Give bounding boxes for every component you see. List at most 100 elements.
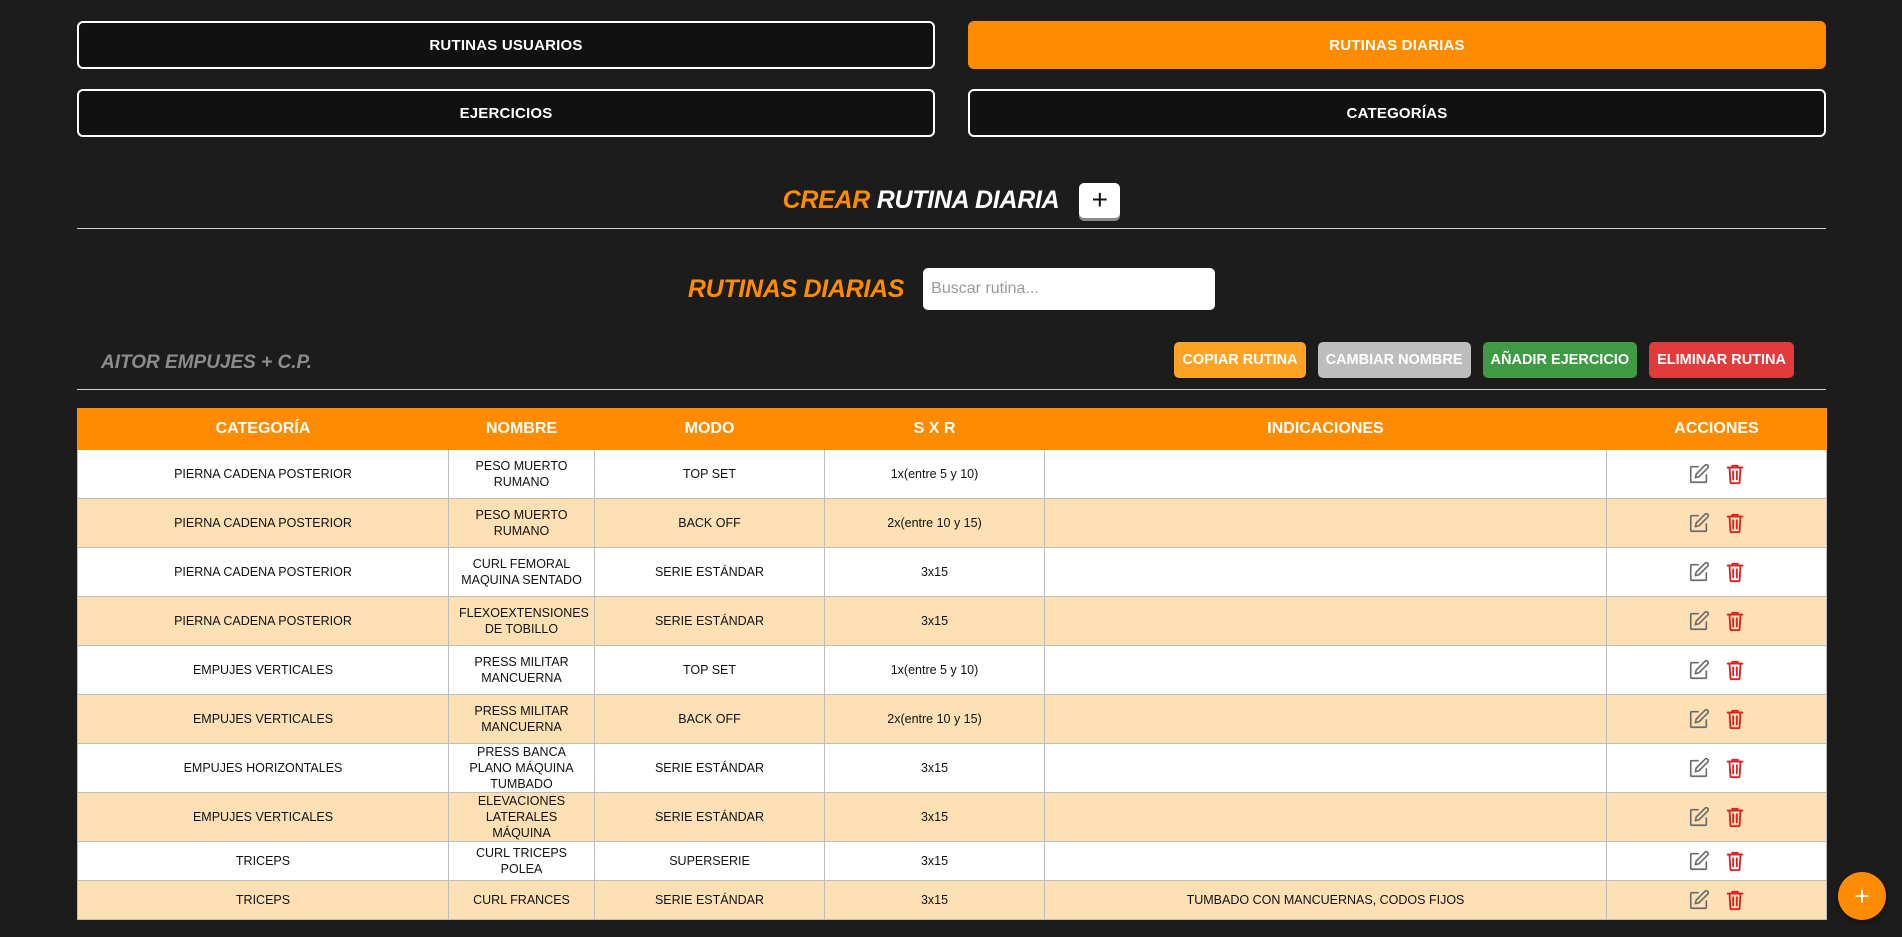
- header-acciones: ACCIONES: [1606, 408, 1827, 450]
- cell-categoria: EMPUJES VERTICALES: [77, 694, 449, 744]
- edit-icon[interactable]: [1687, 805, 1711, 829]
- cell-categoria: TRICEPS: [77, 880, 449, 920]
- routine-header: AITOR EMPUJES + C.P. COPIAR RUTINA CAMBI…: [77, 342, 1826, 382]
- edit-icon[interactable]: [1687, 888, 1711, 912]
- row-actions: [1617, 888, 1816, 912]
- edit-icon[interactable]: [1687, 849, 1711, 873]
- row-actions: [1617, 462, 1816, 486]
- cell-sxr: 1x(entre 5 y 10): [824, 449, 1045, 499]
- edit-icon[interactable]: [1687, 756, 1711, 780]
- cell-categoria: PIERNA CADENA POSTERIOR: [77, 449, 449, 499]
- cell-nombre: CURL TRICEPS POLEA: [448, 841, 595, 881]
- nav-rutinas-usuarios-button[interactable]: RUTINAS USUARIOS: [77, 21, 935, 69]
- trash-icon[interactable]: [1723, 805, 1747, 829]
- cell-sxr: 3x15: [824, 547, 1045, 597]
- row-actions: [1617, 756, 1816, 780]
- table-row: PIERNA CADENA POSTERIOR CURL FEMORAL MAQU…: [77, 547, 1827, 597]
- create-routine-row: CREAR RUTINA DIARIA +: [77, 175, 1826, 225]
- table-header-row: CATEGORÍA NOMBRE MODO S X R INDICACIONES…: [77, 408, 1827, 450]
- header-categoria: CATEGORÍA: [77, 408, 449, 450]
- cell-modo: SERIE ESTÁNDAR: [594, 547, 825, 597]
- cell-sxr: 2x(entre 10 y 15): [824, 694, 1045, 744]
- section-title: RUTINAS DIARIAS: [687, 274, 905, 303]
- cell-modo: TOP SET: [594, 449, 825, 499]
- row-actions: [1617, 511, 1816, 535]
- cell-modo: BACK OFF: [594, 498, 825, 548]
- trash-icon[interactable]: [1723, 756, 1747, 780]
- create-routine-button[interactable]: +: [1079, 182, 1121, 218]
- trash-icon[interactable]: [1723, 707, 1747, 731]
- cell-acciones: [1606, 694, 1827, 744]
- trash-icon[interactable]: [1723, 462, 1747, 486]
- cell-nombre: CURL FRANCES: [448, 880, 595, 920]
- divider: [77, 389, 1826, 390]
- cell-categoria: EMPUJES HORIZONTALES: [77, 743, 449, 793]
- trash-icon[interactable]: [1723, 609, 1747, 633]
- cell-nombre: FLEXOEXTENSIONES DE TOBILLO: [448, 596, 595, 646]
- trash-icon[interactable]: [1723, 560, 1747, 584]
- row-actions: [1617, 658, 1816, 682]
- edit-icon[interactable]: [1687, 511, 1711, 535]
- trash-icon[interactable]: [1723, 511, 1747, 535]
- cell-acciones: [1606, 449, 1827, 499]
- search-input[interactable]: [923, 268, 1216, 310]
- cell-sxr: 1x(entre 5 y 10): [824, 645, 1045, 695]
- row-actions: [1617, 609, 1816, 633]
- cell-categoria: PIERNA CADENA POSTERIOR: [77, 596, 449, 646]
- edit-icon[interactable]: [1687, 609, 1711, 633]
- floating-add-button[interactable]: +: [1838, 872, 1886, 920]
- trash-icon[interactable]: [1723, 849, 1747, 873]
- nav-categorias-button[interactable]: CATEGORÍAS: [968, 89, 1826, 137]
- cell-nombre: ELEVACIONES LATERALES MÁQUINA: [448, 792, 595, 842]
- edit-icon[interactable]: [1687, 658, 1711, 682]
- rename-routine-button[interactable]: CAMBIAR NOMBRE: [1317, 342, 1471, 378]
- table-row: TRICEPS CURL TRICEPS POLEA SUPERSERIE 3x15: [77, 841, 1827, 881]
- cell-modo: BACK OFF: [594, 694, 825, 744]
- nav-rutinas-diarias-button[interactable]: RUTINAS DIARIAS: [968, 21, 1826, 69]
- create-title-rest: RUTINA DIARIA: [876, 185, 1060, 214]
- cell-indicaciones: [1044, 547, 1607, 597]
- cell-categoria: PIERNA CADENA POSTERIOR: [77, 498, 449, 548]
- cell-modo: SERIE ESTÁNDAR: [594, 880, 825, 920]
- cell-acciones: [1606, 792, 1827, 842]
- cell-acciones: [1606, 645, 1827, 695]
- cell-nombre: PESO MUERTO RUMANO: [448, 449, 595, 499]
- main-nav: RUTINAS USUARIOS RUTINAS DIARIAS EJERCIC…: [77, 21, 1826, 137]
- table-row: EMPUJES HORIZONTALES PRESS BANCA PLANO MÁ…: [77, 743, 1827, 793]
- add-exercise-button[interactable]: AÑADIR EJERCICIO: [1482, 342, 1638, 378]
- cell-acciones: [1606, 596, 1827, 646]
- cell-sxr: 3x15: [824, 880, 1045, 920]
- table-row: PIERNA CADENA POSTERIOR PESO MUERTO RUMAN…: [77, 449, 1827, 499]
- cell-sxr: 3x15: [824, 841, 1045, 881]
- edit-icon[interactable]: [1687, 707, 1711, 731]
- row-actions: [1617, 707, 1816, 731]
- cell-indicaciones: [1044, 792, 1607, 842]
- cell-categoria: PIERNA CADENA POSTERIOR: [77, 547, 449, 597]
- cell-sxr: 2x(entre 10 y 15): [824, 498, 1045, 548]
- cell-acciones: [1606, 498, 1827, 548]
- copy-routine-button[interactable]: COPIAR RUTINA: [1174, 342, 1306, 378]
- cell-categoria: TRICEPS: [77, 841, 449, 881]
- table-row: PIERNA CADENA POSTERIOR FLEXOEXTENSIONES …: [77, 596, 1827, 646]
- routine-actions: COPIAR RUTINA CAMBIAR NOMBRE AÑADIR EJER…: [1174, 342, 1794, 378]
- plus-icon: +: [1091, 184, 1109, 215]
- cell-acciones: [1606, 880, 1827, 920]
- cell-sxr: 3x15: [824, 792, 1045, 842]
- nav-ejercicios-button[interactable]: EJERCICIOS: [77, 89, 935, 137]
- edit-icon[interactable]: [1687, 560, 1711, 584]
- header-indicaciones: INDICACIONES: [1044, 408, 1607, 450]
- trash-icon[interactable]: [1723, 888, 1747, 912]
- delete-routine-button[interactable]: ELIMINAR RUTINA: [1649, 342, 1794, 378]
- cell-modo: SERIE ESTÁNDAR: [594, 743, 825, 793]
- trash-icon[interactable]: [1723, 658, 1747, 682]
- cell-nombre: PESO MUERTO RUMANO: [448, 498, 595, 548]
- cell-modo: SERIE ESTÁNDAR: [594, 792, 825, 842]
- table-row: PIERNA CADENA POSTERIOR PESO MUERTO RUMAN…: [77, 498, 1827, 548]
- cell-nombre: PRESS BANCA PLANO MÁQUINA TUMBADO: [448, 743, 595, 793]
- cell-acciones: [1606, 547, 1827, 597]
- create-title-accent: CREAR: [782, 185, 871, 214]
- cell-indicaciones: [1044, 498, 1607, 548]
- cell-indicaciones: [1044, 841, 1607, 881]
- row-actions: [1617, 560, 1816, 584]
- edit-icon[interactable]: [1687, 462, 1711, 486]
